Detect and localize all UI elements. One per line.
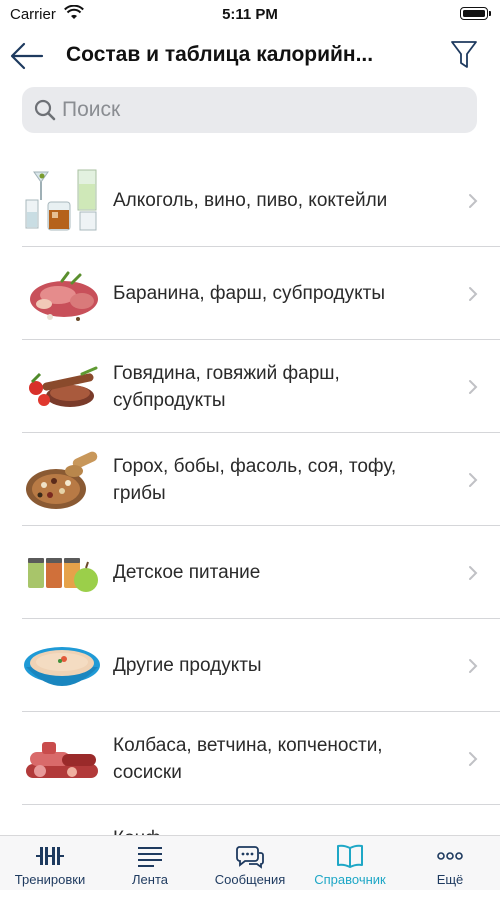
chevron-right-icon	[469, 194, 478, 208]
status-bar: Carrier 5:11 PM	[0, 0, 500, 30]
tab-label: Сообщения	[214, 872, 286, 887]
navigation-bar: Состав и таблица калорийн...	[0, 30, 500, 82]
chevron-right-icon	[469, 380, 478, 394]
beans-image	[26, 451, 98, 509]
tab-more[interactable]: Ещё	[400, 836, 500, 890]
page-title: Состав и таблица калорийн...	[66, 43, 374, 66]
clock: 5:11 PM	[222, 6, 278, 23]
category-label: Говядина, говяжий фарш, субпродукты	[113, 362, 340, 411]
search-icon	[34, 99, 56, 121]
chevron-right-icon	[469, 752, 478, 766]
tab-trainings[interactable]: Тренировки	[0, 836, 100, 890]
filter-icon[interactable]	[450, 39, 478, 71]
messages-icon	[236, 846, 264, 869]
baby-food-image	[28, 558, 98, 592]
list-item[interactable]: Детское питание	[0, 526, 500, 619]
list-item[interactable]: Баранина, фарш, субпродукты	[0, 247, 500, 340]
soup-bowl-image	[24, 647, 100, 686]
category-label: Горох, бобы, фасоль, соя, тофу, грибы	[113, 455, 397, 504]
list-item[interactable]: Колбаса, ветчина, копчености, сосиски	[0, 712, 500, 805]
back-arrow-icon[interactable]	[10, 40, 44, 72]
search-field[interactable]: Поиск	[22, 87, 477, 133]
sausage-image	[26, 742, 98, 778]
search-placeholder: Поиск	[62, 98, 121, 121]
tab-label: Справочник	[314, 872, 386, 887]
list-item[interactable]: Горох, бобы, фасоль, соя, тофу, грибы	[0, 433, 500, 526]
list-item[interactable]: Говядина, говяжий фарш, субпродукты	[0, 340, 500, 433]
chevron-right-icon	[469, 659, 478, 673]
beef-image	[29, 366, 98, 407]
category-label: Другие продукты	[113, 655, 262, 676]
tab-feed[interactable]: Лента	[100, 836, 200, 890]
chevron-right-icon	[469, 473, 478, 487]
list-item[interactable]: Другие продукты	[0, 619, 500, 712]
drinks-image	[25, 169, 97, 231]
dumbbell-icon	[36, 847, 64, 865]
tab-bar: Тренировки Лента Сообщения Справочник Ещ…	[0, 835, 500, 890]
chevron-right-icon	[469, 287, 478, 301]
category-label: Алкоголь, вино, пиво, коктейли	[113, 190, 388, 211]
category-list: Алкоголь, вино, пиво, коктейли Баранина,…	[0, 154, 500, 898]
book-icon	[337, 844, 363, 868]
tab-label: Ещё	[436, 872, 464, 887]
lamb-image	[30, 271, 98, 321]
category-label: Детское питание	[113, 562, 261, 583]
feed-icon	[138, 847, 162, 867]
tab-reference[interactable]: Справочник	[300, 836, 400, 890]
more-icon	[437, 852, 463, 860]
category-label: Баранина, фарш, субпродукты	[113, 283, 386, 304]
category-label: Колбаса, ветчина, копчености, сосиски	[113, 734, 383, 783]
list-item[interactable]: Алкоголь, вино, пиво, коктейли	[0, 154, 500, 247]
battery-icon	[460, 7, 491, 20]
tab-label: Лента	[132, 872, 168, 887]
chevron-right-icon	[469, 566, 478, 580]
tab-messages[interactable]: Сообщения	[200, 836, 300, 890]
tab-label: Тренировки	[14, 872, 86, 887]
